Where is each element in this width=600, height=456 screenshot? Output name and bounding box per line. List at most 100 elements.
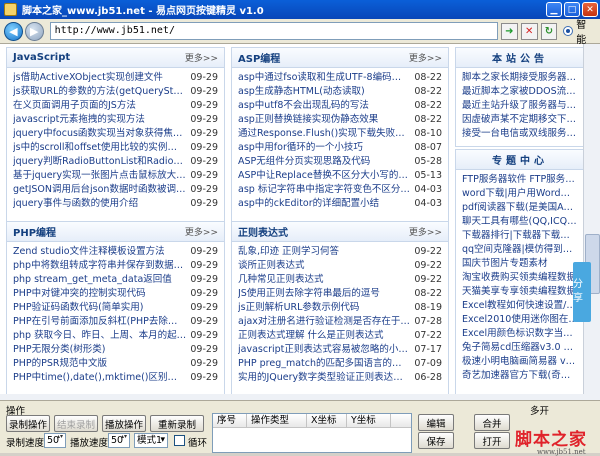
article-title[interactable]: PHP的PSR规范中文版 <box>13 357 107 371</box>
list-item[interactable]: qq空间克隆器|模仿得到别人漂亮的空 <box>462 243 578 257</box>
article-title[interactable]: PHP在引号前面添加反斜杠(PHP去除反斜杠) <box>13 315 186 329</box>
article-title[interactable]: PHP中time(),date(),mktime()区别介绍 <box>13 371 186 385</box>
open-button[interactable]: 打开 <box>474 432 510 449</box>
list-item[interactable]: 脚本之家长期接受服务器赞助 <box>462 71 578 85</box>
article-title[interactable]: php 获取今日、昨日、上周、本月的起始时 <box>13 329 186 343</box>
operations-table[interactable]: 序号 操作类型 X坐标 Y坐标 <box>212 413 412 453</box>
article-title[interactable]: js借助ActiveXObject实现创建文件 <box>13 71 163 85</box>
list-item[interactable]: javascript正则表达式容易被忽略的小问题 07-17 <box>238 343 442 357</box>
list-item[interactable]: 乱象,印迹 正则学习何答 09-22 <box>238 245 442 259</box>
play-speed-input[interactable]: 50 <box>108 433 130 448</box>
list-item[interactable]: asp 标记字符串中指定字符变色不区分大小 04-03 <box>238 183 442 197</box>
list-item[interactable]: FTP服务器软件 FTP服务器 免费FTP <box>462 173 578 187</box>
list-item[interactable]: jquery事件与函数的使用介绍 09-29 <box>13 197 218 211</box>
list-item[interactable]: js借助ActiveXObject实现创建文件 09-29 <box>13 71 218 85</box>
rerecord-button[interactable]: 重新录制 <box>150 415 204 432</box>
record-button[interactable]: 录制操作 <box>6 415 50 432</box>
list-item[interactable]: 实用的JQuery数字类型验证正则表达式整理 06-28 <box>238 371 442 385</box>
article-title[interactable]: PHP验证码函数代码(简单实用) <box>13 301 144 315</box>
list-item[interactable]: PHP无限分类(树形类) 09-29 <box>13 343 218 357</box>
list-item[interactable]: PHP中time(),date(),mktime()区别介绍 09-29 <box>13 371 218 385</box>
article-title[interactable]: ASP无组件分页实现思路及代码 <box>238 155 370 169</box>
list-item[interactable]: 基于jquery实现一张图片点击鼠标放大再点 09-29 <box>13 169 218 183</box>
list-item[interactable]: ASP中让Replace替换不区分大小写的方法 05-13 <box>238 169 442 183</box>
list-item[interactable]: 下载器排行|下载器下载专用程序的下 <box>462 229 578 243</box>
article-title[interactable]: 谈所正则表达式 <box>238 259 305 273</box>
more-link[interactable]: 更多>> <box>185 225 218 238</box>
list-item[interactable]: 因虚破声某不定期移交下载地址 <box>462 113 578 127</box>
loop-checkbox[interactable] <box>174 435 185 446</box>
article-title[interactable]: asp 标记字符串中指定字符变色不区分大小 <box>238 183 410 197</box>
list-item[interactable]: 聊天工具有哪些(QQ,ICQ,Skype,AOL <box>462 215 578 229</box>
list-item[interactable]: 极速小明电脑画简易器 v3.08 官 <box>462 355 578 369</box>
save-button[interactable]: 保存 <box>418 432 454 449</box>
share-button[interactable]: 分享 <box>573 262 591 322</box>
list-item[interactable]: jquery判断RadioButtonList和RadioButton 09-29 <box>13 155 218 169</box>
list-item[interactable]: js中的scroll和offset使用比较的实例与分 09-29 <box>13 141 218 155</box>
play-button[interactable]: 播放操作 <box>102 415 146 432</box>
article-title[interactable]: PHP中对键冲突的控制实现代码 <box>13 287 146 301</box>
article-title[interactable]: 在义页面调用子页面的JS方法 <box>13 99 136 113</box>
list-item[interactable]: word下载|用户用Word软件编辑文档 <box>462 187 578 201</box>
list-item[interactable]: 通过Response.Flush()实现下载失败的解决 08-10 <box>238 127 442 141</box>
article-title[interactable]: 几种常见正则表达式 <box>238 273 324 287</box>
more-link[interactable]: 更多>> <box>409 51 442 64</box>
list-item[interactable]: js正则解析URL参数示例代码 08-19 <box>238 301 442 315</box>
article-title[interactable]: 乱象,印迹 正则学习何答 <box>238 245 339 259</box>
list-item[interactable]: Excel教程如何快速设置/清除条件格式 <box>462 299 578 313</box>
list-item[interactable]: JS使用正则去除字符串最后的逗号 08-22 <box>238 287 442 301</box>
list-item[interactable]: 奇艺加速器官方下载(奇异加速器) <box>462 369 578 383</box>
article-title[interactable]: 正则表达式理解 什么是正则表达式 <box>238 329 384 343</box>
list-item[interactable]: Zend studio文件注释模板设置方法 09-29 <box>13 245 218 259</box>
end-record-button[interactable]: 结束录制 <box>54 415 98 432</box>
list-item[interactable]: php 获取今日、昨日、上周、本月的起始时 09-29 <box>13 329 218 343</box>
list-item[interactable]: php中将数组转成字符串并保存到数据库中的 09-29 <box>13 259 218 273</box>
article-title[interactable]: getJSON调用后台json数据时函数被调用两次 <box>13 183 186 197</box>
refresh-icon[interactable]: ↻ <box>540 22 558 40</box>
list-item[interactable]: 兔子简易cd压缩器v3.0 中文免费 <box>462 341 578 355</box>
list-item[interactable]: js获取URL的参数的方法(getQueryString)示 09-29 <box>13 85 218 99</box>
article-title[interactable]: asp正则替换链接实现伪静态效果 <box>238 113 378 127</box>
list-item[interactable]: php stream_get_meta_data返回值 09-29 <box>13 273 218 287</box>
article-title[interactable]: asp中通过fso读取和生成UTF-8编码的bt <box>238 71 410 85</box>
list-item[interactable]: 几种常见正则表达式 09-22 <box>238 273 442 287</box>
list-item[interactable]: PHP的PSR规范中文版 09-29 <box>13 357 218 371</box>
article-title[interactable]: jquery中focus函数实现当对象获得焦点后 <box>13 127 186 141</box>
list-item[interactable]: 在义页面调用子页面的JS方法 09-29 <box>13 99 218 113</box>
list-item[interactable]: jquery中focus函数实现当对象获得焦点后 09-29 <box>13 127 218 141</box>
multi-open-label[interactable]: 多开 <box>530 403 549 417</box>
list-item[interactable]: PHP在引号前面添加反斜杠(PHP去除反斜杠) 09-29 <box>13 315 218 329</box>
article-title[interactable]: javascript元素拖拽的实现方法 <box>13 113 145 127</box>
list-item[interactable]: Excel2010使用迷你图在单元格中分析 <box>462 313 578 327</box>
article-title[interactable]: 基于jquery实现一张图片点击鼠标放大再点 <box>13 169 186 183</box>
list-item[interactable]: asp正则替换链接实现伪静态效果 08-22 <box>238 113 442 127</box>
article-title[interactable]: ASP中让Replace替换不区分大小写的方法 <box>238 169 410 183</box>
list-item[interactable]: 淘宝收费购买领卖编程数据 <box>462 271 578 285</box>
address-bar[interactable]: http://www.jb51.net/ <box>49 22 498 40</box>
article-title[interactable]: jquery事件与函数的使用介绍 <box>13 197 138 211</box>
edit-button[interactable]: 编辑 <box>418 414 454 431</box>
list-item[interactable]: 最近主站升级了服务器与带宽 <box>462 99 578 113</box>
list-item[interactable]: asp中通过fso读取和生成UTF-8编码的bt 08-22 <box>238 71 442 85</box>
list-item[interactable]: 接受一台电信或双线服务器赞助 <box>462 127 578 141</box>
mode-select[interactable]: 模式1 <box>134 433 168 448</box>
article-title[interactable]: asp生成静态HTML(动态读取) <box>238 85 365 99</box>
minimize-button[interactable]: ▁ <box>546 2 562 17</box>
list-item[interactable]: ajax对注册名进行验证检测是否存在于数据 07-28 <box>238 315 442 329</box>
back-icon[interactable]: ◀ <box>4 21 23 41</box>
close-button[interactable]: ✕ <box>582 2 598 17</box>
forward-icon[interactable]: ▶ <box>24 21 44 41</box>
list-item[interactable]: asp中utf8不会出现乱码的写法 08-22 <box>238 99 442 113</box>
article-title[interactable]: asp中用for循环的一个小技巧 <box>238 141 363 155</box>
list-item[interactable]: getJSON调用后台json数据时函数被调用两次 09-29 <box>13 183 218 197</box>
list-item[interactable]: 最近脚本之家被DDOS流量攻击 <box>462 85 578 99</box>
maximize-button[interactable]: □ <box>564 2 580 17</box>
list-item[interactable]: Excel用颜色标识数字当数字发生变化 <box>462 327 578 341</box>
record-speed-input[interactable]: 50 <box>44 433 66 448</box>
more-link[interactable]: 更多>> <box>185 51 218 64</box>
vertical-scrollbar[interactable] <box>583 44 600 400</box>
smart-mode-option[interactable]: 智能 <box>563 16 596 46</box>
article-title[interactable]: PHP无限分类(树形类) <box>13 343 106 357</box>
article-title[interactable]: javascript正则表达式容易被忽略的小问题 <box>238 343 410 357</box>
list-item[interactable]: ASP无组件分页实现思路及代码 05-28 <box>238 155 442 169</box>
